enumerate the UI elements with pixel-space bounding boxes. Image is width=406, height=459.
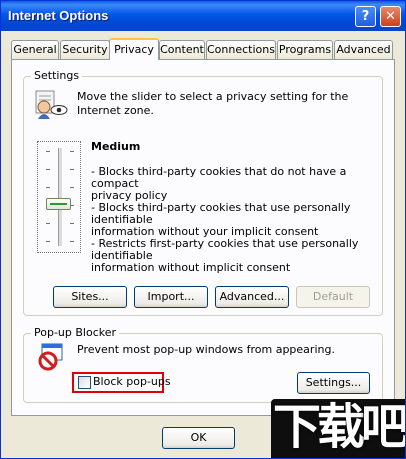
slider-track [58, 148, 63, 246]
close-button[interactable]: ✕ [380, 6, 401, 27]
privacy-level-slider[interactable] [37, 141, 81, 253]
sites-button[interactable]: Sites... [53, 286, 127, 308]
internet-options-dialog: Internet Options ? ✕ General Security Pr… [0, 0, 406, 459]
slider-tick [70, 169, 74, 170]
watermark-glyph: 下 [273, 399, 322, 455]
popup-blocker-description: Prevent most pop-up windows from appeari… [77, 343, 335, 356]
ok-button[interactable]: OK [162, 427, 235, 449]
window-title: Internet Options [8, 8, 109, 23]
level-detail-2: - Blocks third-party cookies that use pe… [91, 201, 351, 238]
help-button[interactable]: ? [355, 6, 376, 27]
settings-description: Move the slider to select a privacy sett… [77, 90, 349, 117]
privacy-level-details: - Blocks third-party cookies that do not… [91, 166, 381, 274]
tab-strip: General Security Privacy Content Connect… [11, 38, 395, 60]
slider-tick [46, 151, 50, 152]
tab-general[interactable]: General [11, 40, 59, 59]
import-button[interactable]: Import... [134, 286, 208, 308]
slider-tick [70, 151, 74, 152]
level-detail-3: - Restricts first-party cookies that use… [91, 237, 359, 274]
slider-tick [70, 187, 74, 188]
block-popups-label[interactable]: Block pop-ups [93, 375, 171, 388]
slider-tick [70, 223, 74, 224]
tab-security[interactable]: Security [60, 40, 110, 59]
advanced-button[interactable]: Advanced... [215, 286, 289, 308]
tab-privacy[interactable]: Privacy [109, 38, 159, 60]
default-button[interactable]: Default [296, 286, 370, 308]
settings-group-label: Settings [31, 69, 83, 82]
level-detail-1: - Blocks third-party cookies that do not… [91, 165, 347, 202]
privacy-icon [35, 90, 68, 119]
tab-advanced[interactable]: Advanced [334, 40, 393, 59]
block-popups-checkbox[interactable] [78, 376, 91, 389]
popup-blocker-label: Pop-up Blocker [31, 326, 120, 339]
watermark-glyph: 吧 [361, 399, 406, 455]
watermark-logo: 下 载 吧 [271, 399, 406, 458]
slider-tick [46, 187, 50, 188]
tab-content[interactable]: Content [159, 40, 205, 59]
slider-thumb[interactable] [46, 198, 71, 210]
slider-tick [46, 169, 50, 170]
title-bar[interactable]: Internet Options ? ✕ [1, 1, 405, 31]
slider-tick [70, 241, 74, 242]
popup-blocker-icon [38, 343, 63, 371]
popup-settings-button[interactable]: Settings... [297, 372, 370, 394]
privacy-level-title: Medium [91, 140, 141, 153]
slider-tick [46, 223, 50, 224]
watermark-glyph: 载 [317, 399, 366, 455]
tab-programs[interactable]: Programs [277, 40, 333, 59]
tab-connections[interactable]: Connections [206, 40, 276, 59]
slider-tick [46, 241, 50, 242]
